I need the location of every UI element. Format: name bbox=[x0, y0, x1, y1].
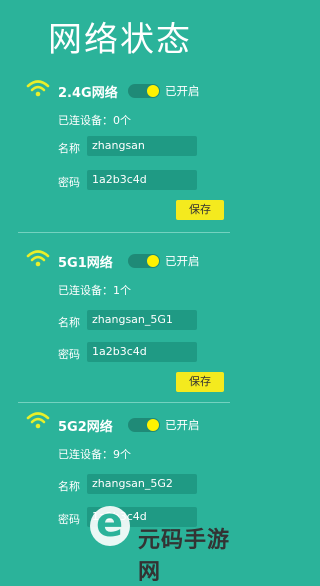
section-divider bbox=[18, 232, 230, 233]
connected-devices: 已连设备：1个 bbox=[58, 284, 131, 297]
network-toggle[interactable] bbox=[128, 418, 160, 432]
connected-devices: 已连设备：9个 bbox=[58, 448, 131, 461]
password-field[interactable]: 1a2b3c4d bbox=[87, 170, 197, 190]
name-label: 名称 bbox=[58, 142, 80, 155]
toggle-status-label: 已开启 bbox=[165, 84, 200, 98]
save-button[interactable]: 保存 bbox=[176, 372, 224, 392]
network-name: 2.4G网络 bbox=[58, 86, 118, 101]
wifi-icon bbox=[26, 80, 50, 97]
wifi-icon bbox=[26, 412, 50, 429]
wifi-icon bbox=[26, 250, 50, 267]
network-name: 5G2网络 bbox=[58, 420, 113, 435]
watermark-e-icon: e bbox=[96, 500, 124, 546]
toggle-knob bbox=[147, 419, 159, 431]
password-field[interactable]: 1a2b3c4d bbox=[87, 342, 197, 362]
toggle-knob bbox=[147, 255, 159, 267]
network-name: 5G1网络 bbox=[58, 256, 113, 271]
watermark-logo: e 元码手游网 bbox=[90, 500, 240, 585]
name-label: 名称 bbox=[58, 316, 80, 329]
connected-devices: 已连设备：0个 bbox=[58, 114, 131, 127]
section-divider bbox=[18, 402, 230, 403]
password-label: 密码 bbox=[58, 176, 80, 189]
toggle-knob bbox=[147, 85, 159, 97]
toggle-status-label: 已开启 bbox=[165, 254, 200, 268]
watermark-text: 元码手游网 bbox=[138, 528, 231, 585]
network-section-2g: 2.4G网络 已开启 已连设备：0个 名称 zhangsan 密码 1a2b3c… bbox=[0, 70, 240, 230]
network-toggle[interactable] bbox=[128, 254, 160, 268]
toggle-status-label: 已开启 bbox=[165, 418, 200, 432]
ssid-field[interactable]: zhangsan bbox=[87, 136, 197, 156]
page-title: 网络状态 bbox=[48, 20, 192, 60]
network-section-5g1: 5G1网络 已开启 已连设备：1个 名称 zhangsan_5G1 密码 1a2… bbox=[0, 240, 240, 400]
save-button[interactable]: 保存 bbox=[176, 200, 224, 220]
ssid-field[interactable]: zhangsan_5G1 bbox=[87, 310, 197, 330]
name-label: 名称 bbox=[58, 480, 80, 493]
password-label: 密码 bbox=[58, 348, 80, 361]
network-toggle[interactable] bbox=[128, 84, 160, 98]
ssid-field[interactable]: zhangsan_5G2 bbox=[87, 474, 197, 494]
password-label: 密码 bbox=[58, 513, 80, 526]
